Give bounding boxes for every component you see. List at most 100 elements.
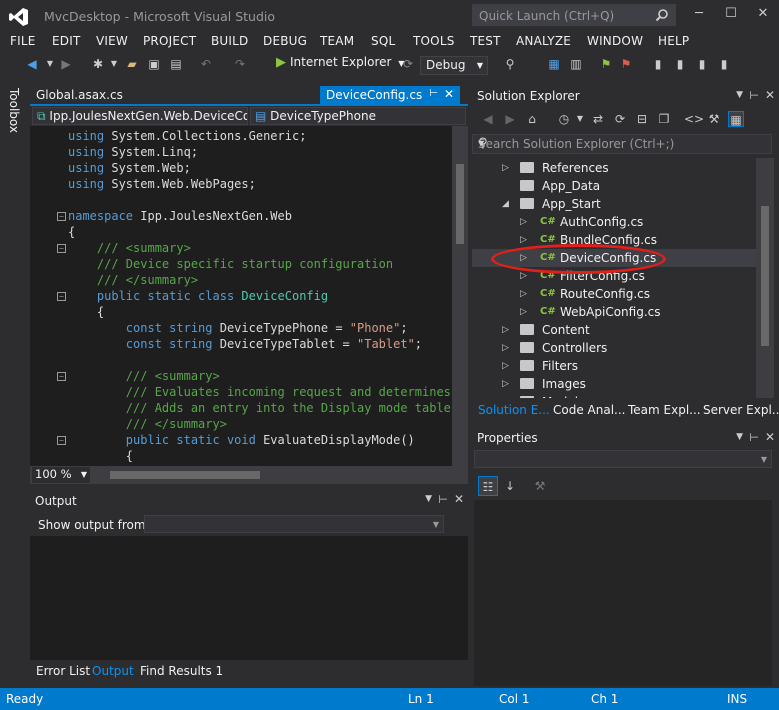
tab-team-explorer[interactable]: Team Expl... xyxy=(628,403,701,417)
window-position-icon[interactable]: ▼ xyxy=(736,90,743,100)
code-editor[interactable]: using System.Collections.Generic; using … xyxy=(30,126,468,466)
menu-project[interactable]: PROJECT xyxy=(143,34,196,48)
save-icon[interactable]: ▣ xyxy=(146,56,162,72)
back-icon[interactable]: ◀ xyxy=(480,111,496,127)
tab-output[interactable]: Output xyxy=(92,664,134,678)
pending-changes-icon[interactable]: ◷ xyxy=(556,111,572,127)
view-code-icon[interactable]: <> xyxy=(684,111,704,127)
member-navigation-select[interactable]: ▤ DeviceTypePhone xyxy=(250,107,466,125)
tab-server-explorer[interactable]: Server Expl... xyxy=(703,403,779,417)
close-panel-icon[interactable]: ✕ xyxy=(765,88,775,102)
menu-analyze[interactable]: ANALYZE xyxy=(516,34,571,48)
bookmark-add-icon[interactable]: ⚑ xyxy=(598,56,614,72)
zoom-select[interactable]: 100 % ▼ xyxy=(32,467,90,483)
tree-item[interactable]: ▷ Controllers xyxy=(472,339,756,357)
tree-item[interactable]: ▷ C# RouteConfig.cs xyxy=(472,285,756,303)
properties-grid[interactable] xyxy=(474,500,772,686)
solution-tree-scrollbar[interactable] xyxy=(756,158,774,398)
window-position-icon[interactable]: ▼ xyxy=(425,494,432,504)
tab-code-analysis[interactable]: Code Anal... xyxy=(553,403,625,417)
back-dropdown-icon[interactable]: ▼ xyxy=(42,56,58,72)
collapsed-arrow-icon[interactable]: ▷ xyxy=(502,321,509,339)
fold-toggle-icon[interactable]: − xyxy=(57,212,66,221)
new-project-icon[interactable]: ✱ xyxy=(90,56,106,72)
toolbox-tab[interactable]: Toolbox xyxy=(7,88,21,133)
start-debugging-button[interactable]: ▶ Internet Explorer ▼ xyxy=(276,55,404,75)
tree-item[interactable]: ▷ Models xyxy=(472,393,756,398)
scrollbar-thumb[interactable] xyxy=(761,206,769,346)
minimize-button[interactable]: ─ xyxy=(689,6,709,24)
tree-item[interactable]: ▷ References xyxy=(472,159,756,177)
tree-item[interactable]: ▷ Filters xyxy=(472,357,756,375)
collapsed-arrow-icon[interactable]: ▷ xyxy=(502,357,509,375)
save-all-icon[interactable]: ▤ xyxy=(168,56,184,72)
menu-debug[interactable]: DEBUG xyxy=(263,34,307,48)
menu-team[interactable]: TEAM xyxy=(320,34,354,48)
tree-item[interactable]: ◢ App_Start xyxy=(472,195,756,213)
clear-bookmarks-icon[interactable]: ▮ xyxy=(716,56,732,72)
next-bookmark-icon[interactable]: ▮ xyxy=(694,56,710,72)
open-file-icon[interactable]: ▰ xyxy=(124,56,140,72)
collapsed-arrow-icon[interactable]: ▷ xyxy=(520,303,527,321)
pin-icon[interactable]: ⊢ xyxy=(429,88,438,99)
tab-device-config[interactable]: DeviceConfig.cs ⊢ ✕ xyxy=(320,86,460,106)
menu-edit[interactable]: EDIT xyxy=(52,34,81,48)
properties-object-select[interactable]: ▼ xyxy=(474,450,772,468)
forward-icon[interactable]: ▶ xyxy=(58,56,74,72)
output-text-area[interactable] xyxy=(30,536,468,660)
menu-window[interactable]: WINDOW xyxy=(587,34,643,48)
back-icon[interactable]: ◀ xyxy=(24,56,40,72)
new-dropdown-icon[interactable]: ▼ xyxy=(106,56,122,72)
collapsed-arrow-icon[interactable]: ▷ xyxy=(502,159,509,177)
close-panel-icon[interactable]: ✕ xyxy=(454,492,464,506)
prev-bookmark-icon[interactable]: ▮ xyxy=(672,56,688,72)
horizontal-scrollbar-thumb[interactable] xyxy=(110,471,260,479)
class-view-icon[interactable]: ▦ xyxy=(546,56,562,72)
tab-global-asax[interactable]: Global.asax.cs xyxy=(36,88,123,102)
fold-toggle-icon[interactable]: − xyxy=(57,372,66,381)
tree-item[interactable]: ▷ Content xyxy=(472,321,756,339)
collapsed-arrow-icon[interactable]: ▷ xyxy=(502,393,509,398)
maximize-button[interactable]: ☐ xyxy=(721,6,741,24)
tab-find-results[interactable]: Find Results 1 xyxy=(140,664,223,678)
collapsed-arrow-icon[interactable]: ▷ xyxy=(520,285,527,303)
menu-help[interactable]: HELP xyxy=(658,34,689,48)
solution-configuration-select[interactable]: Debug ▼ xyxy=(420,56,488,75)
tree-item[interactable]: ▷ C# WebApiConfig.cs xyxy=(472,303,756,321)
pin-icon[interactable]: ⊢ xyxy=(749,431,759,444)
sync-icon[interactable]: ⇄ xyxy=(590,111,606,127)
quick-launch-input[interactable]: Quick Launch (Ctrl+Q) xyxy=(472,4,676,26)
fold-toggle-icon[interactable]: − xyxy=(57,244,66,253)
close-panel-icon[interactable]: ✕ xyxy=(765,430,775,444)
preview-selected-icon[interactable]: ▦ xyxy=(728,111,744,127)
categorized-icon[interactable]: ☷ xyxy=(478,476,498,496)
window-position-icon[interactable]: ▼ xyxy=(736,432,743,442)
menu-tools[interactable]: TOOLS xyxy=(413,34,455,48)
properties-wrench-icon[interactable]: ⚒ xyxy=(706,111,722,127)
scrollbar-thumb[interactable] xyxy=(456,164,464,244)
collapsed-arrow-icon[interactable]: ▷ xyxy=(520,213,527,231)
tab-error-list[interactable]: Error List xyxy=(36,664,90,678)
tree-item[interactable]: ▷ C# AuthConfig.cs xyxy=(472,213,756,231)
home-icon[interactable]: ⌂ xyxy=(524,111,540,127)
chevron-down-icon[interactable]: ▼ xyxy=(572,111,588,127)
expanded-arrow-icon[interactable]: ◢ xyxy=(502,195,509,213)
redo-icon[interactable]: ↷ xyxy=(232,56,248,72)
fold-toggle-icon[interactable]: − xyxy=(57,436,66,445)
editor-vertical-scrollbar[interactable] xyxy=(452,126,468,466)
collapsed-arrow-icon[interactable]: ▷ xyxy=(502,375,509,393)
collapse-all-icon[interactable]: ⊟ xyxy=(634,111,650,127)
undo-icon[interactable]: ↶ xyxy=(198,56,214,72)
bookmark-remove-icon[interactable]: ⚑ xyxy=(618,56,634,72)
fold-toggle-icon[interactable]: − xyxy=(57,292,66,301)
refresh-icon[interactable]: ⟳ xyxy=(400,56,416,72)
forward-icon[interactable]: ▶ xyxy=(502,111,518,127)
alphabetical-sort-icon[interactable]: ↓ xyxy=(502,478,518,494)
property-pages-icon[interactable]: ⚒ xyxy=(532,478,548,494)
pin-icon[interactable]: ⊢ xyxy=(749,89,759,102)
output-source-select[interactable]: ▼ xyxy=(144,515,444,533)
solution-view-icon[interactable]: ▥ xyxy=(568,56,584,72)
close-button[interactable]: ✕ xyxy=(753,6,773,24)
solution-explorer-search-input[interactable]: Search Solution Explorer (Ctrl+;) ⚲ ▼ xyxy=(472,134,772,154)
collapsed-arrow-icon[interactable]: ▷ xyxy=(502,339,509,357)
